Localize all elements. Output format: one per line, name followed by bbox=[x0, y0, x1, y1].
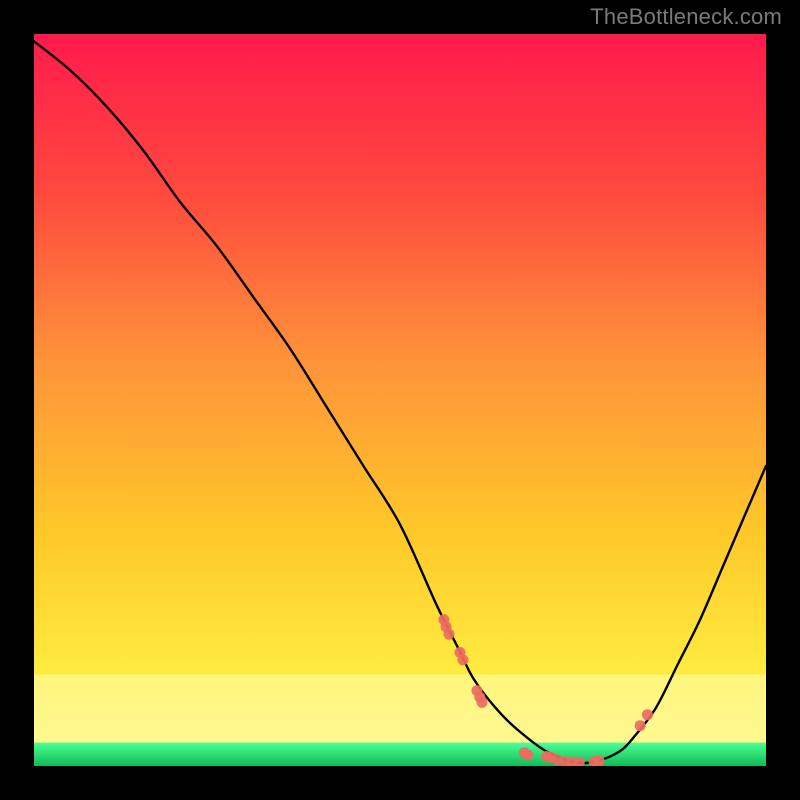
chart-plot-area bbox=[34, 34, 766, 766]
green-band bbox=[34, 743, 766, 766]
gradient-background bbox=[34, 34, 766, 766]
pale-yellow-band bbox=[34, 675, 766, 748]
marker-point bbox=[523, 750, 534, 761]
marker-point bbox=[642, 709, 653, 720]
marker-point bbox=[477, 697, 488, 708]
marker-point bbox=[594, 755, 605, 766]
chart-svg bbox=[34, 34, 766, 766]
marker-point bbox=[444, 629, 455, 640]
marker-point bbox=[458, 654, 469, 665]
chart-frame: TheBottleneck.com bbox=[0, 0, 800, 800]
watermark-text: TheBottleneck.com bbox=[590, 4, 782, 30]
marker-point bbox=[635, 720, 646, 731]
